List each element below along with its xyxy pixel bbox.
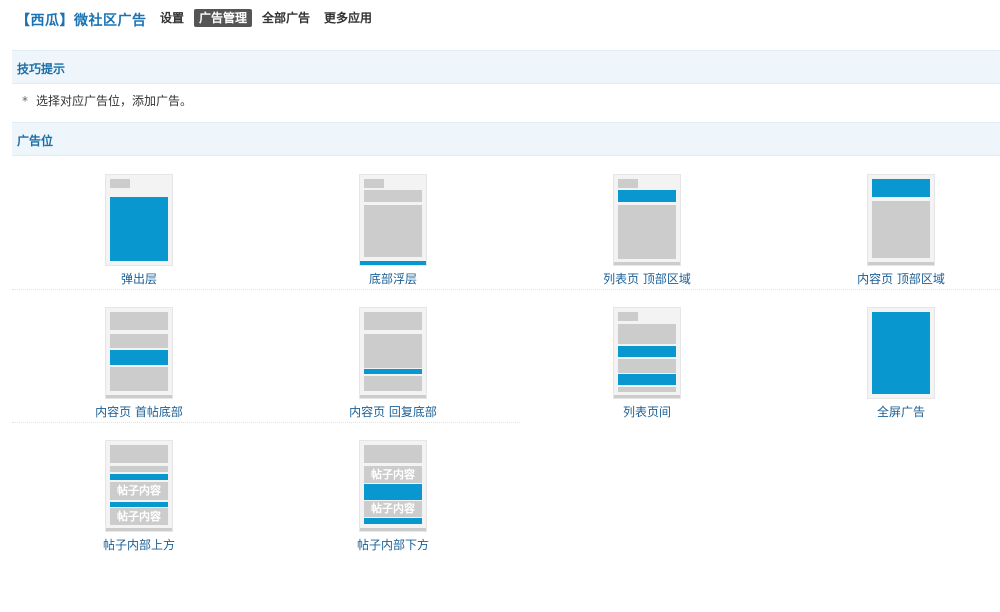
ad-position-label[interactable]: 列表页 顶部区域 [522, 270, 772, 287]
post-content-text: 帖子内容 [364, 466, 422, 483]
logo-placeholder [110, 179, 130, 188]
ad-position-label[interactable]: 底部浮层 [268, 270, 518, 287]
post-content-text: 帖子内容 [110, 482, 168, 500]
ad-position-label[interactable]: 内容页 首帖底部 [14, 403, 264, 420]
ad-position-fullscreen[interactable]: 全屏广告 [776, 307, 1000, 427]
ad-position-first-post-bottom[interactable]: 内容页 首帖底部 [14, 307, 264, 427]
tips-section-header: 技巧提示 [12, 50, 1000, 84]
popup-thumbnail[interactable] [105, 174, 173, 266]
tip-text: 选择对应广告位，添加广告。 [36, 94, 193, 108]
tip-bullet: * [22, 94, 28, 108]
list-top-thumbnail[interactable] [613, 174, 681, 266]
content-placeholder [110, 445, 168, 463]
nav-settings[interactable]: 设置 [156, 9, 188, 27]
ad-position-label[interactable]: 弹出层 [14, 270, 264, 287]
footer-placeholder [106, 528, 172, 531]
ad-position-post-inner-top[interactable]: 帖子内容 帖子内容 帖子内部上方 [14, 440, 264, 560]
nav-all-ads[interactable]: 全部广告 [258, 9, 314, 27]
ad-slot-highlight [618, 190, 676, 202]
ad-position-label[interactable]: 列表页间 [522, 403, 772, 420]
content-placeholder [364, 312, 422, 330]
ad-position-list-between[interactable]: 列表页间 [522, 307, 772, 427]
ad-slot-highlight [110, 474, 168, 480]
row-divider [12, 422, 520, 423]
ad-slot-highlight [872, 179, 930, 197]
content-placeholder [364, 334, 422, 368]
content-placeholder [618, 359, 676, 373]
list-between-thumbnail[interactable] [613, 307, 681, 399]
footer-placeholder [360, 528, 426, 531]
ad-positions-section-header: 广告位 [12, 122, 1000, 156]
content-top-thumbnail[interactable] [867, 174, 935, 266]
footer-placeholder [868, 262, 934, 265]
footer-placeholder [106, 395, 172, 398]
logo-placeholder [364, 179, 384, 188]
ad-slot-highlight [110, 350, 168, 365]
bottom-float-thumbnail[interactable] [359, 174, 427, 266]
ad-slot-highlight [110, 502, 168, 507]
ad-slot-highlight [364, 369, 422, 374]
ad-position-content-top[interactable]: 内容页 顶部区域 [776, 174, 1000, 294]
post-inner-top-thumbnail[interactable]: 帖子内容 帖子内容 [105, 440, 173, 532]
content-placeholder [110, 466, 168, 472]
ad-position-label[interactable]: 内容页 回复底部 [268, 403, 518, 420]
post-content-text: 帖子内容 [364, 501, 422, 517]
ad-position-label[interactable]: 全屏广告 [776, 403, 1000, 420]
content-placeholder [618, 205, 676, 259]
ad-slot-highlight [360, 261, 426, 265]
ad-slot-highlight [872, 312, 930, 394]
content-placeholder [364, 205, 422, 257]
ad-positions-title: 广告位 [17, 134, 54, 148]
ad-position-post-inner-bottom[interactable]: 帖子内容 帖子内容 帖子内部下方 [268, 440, 518, 560]
content-placeholder [364, 445, 422, 463]
footer-placeholder [614, 395, 680, 398]
tip-item: * 选择对应广告位，添加广告。 [22, 92, 192, 109]
top-nav: 设置 广告管理 全部广告 更多应用 [156, 9, 382, 27]
ad-slot-highlight [364, 484, 422, 500]
content-placeholder [618, 387, 676, 392]
app-title: 【西瓜】微社区广告 [16, 13, 147, 29]
content-placeholder [364, 376, 422, 391]
row-divider [12, 289, 1000, 290]
post-inner-bottom-thumbnail[interactable]: 帖子内容 帖子内容 [359, 440, 427, 532]
ad-position-label[interactable]: 帖子内部上方 [14, 536, 264, 553]
ad-slot-highlight [618, 346, 676, 357]
post-content-text: 帖子内容 [110, 508, 168, 525]
logo-placeholder [618, 312, 638, 321]
fullscreen-thumbnail[interactable] [867, 307, 935, 399]
footer-placeholder [614, 262, 680, 265]
content-placeholder [364, 190, 422, 202]
content-placeholder [110, 312, 168, 330]
ad-slot-highlight [110, 197, 168, 261]
top-header: 【西瓜】微社区广告 设置 广告管理 全部广告 更多应用 [0, 0, 1000, 36]
reply-bottom-thumbnail[interactable] [359, 307, 427, 399]
tips-title: 技巧提示 [17, 62, 66, 76]
nav-ad-management[interactable]: 广告管理 [194, 9, 253, 27]
content-placeholder [110, 334, 168, 348]
ad-position-reply-bottom[interactable]: 内容页 回复底部 [268, 307, 518, 427]
ad-position-popup[interactable]: 弹出层 [14, 174, 264, 294]
ad-slot-highlight [364, 518, 422, 524]
logo-placeholder [618, 179, 638, 188]
content-placeholder [872, 201, 930, 258]
content-placeholder [110, 367, 168, 391]
ad-position-list-top[interactable]: 列表页 顶部区域 [522, 174, 772, 294]
first-post-bottom-thumbnail[interactable] [105, 307, 173, 399]
content-placeholder [618, 324, 676, 344]
ad-position-label[interactable]: 帖子内部下方 [268, 536, 518, 553]
ad-slot-highlight [618, 374, 676, 385]
ad-position-label[interactable]: 内容页 顶部区域 [776, 270, 1000, 287]
footer-placeholder [360, 395, 426, 398]
ad-position-bottom-float[interactable]: 底部浮层 [268, 174, 518, 294]
nav-more-apps[interactable]: 更多应用 [320, 9, 376, 27]
